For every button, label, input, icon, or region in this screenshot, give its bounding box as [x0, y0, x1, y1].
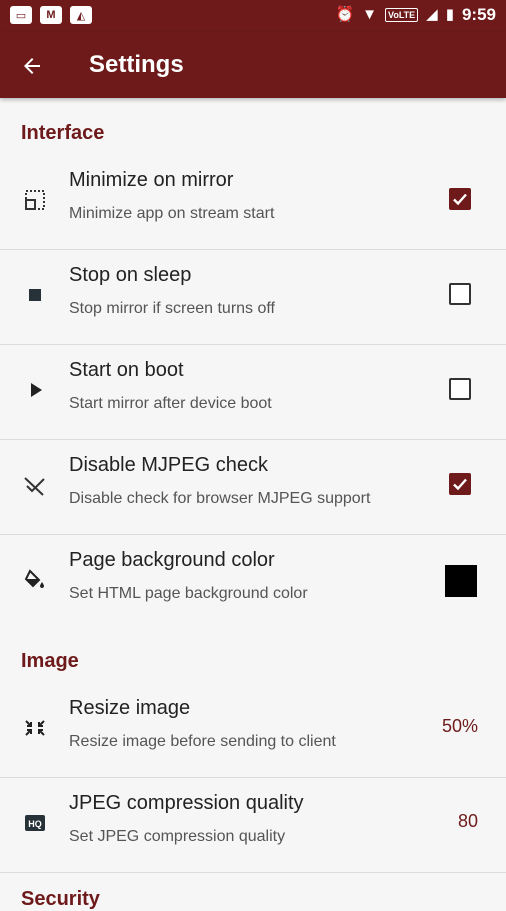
play-icon	[22, 377, 48, 403]
pref-value: 50%	[441, 716, 478, 736]
checkbox[interactable]	[449, 283, 471, 305]
volte-badge: VoLTE	[384, 8, 419, 22]
checkmark-icon	[453, 193, 467, 206]
pref-stop-on-sleep[interactable]: Stop on sleep Stop mirror if screen turn…	[0, 250, 506, 345]
system-status: ⏰ ▼ VoLTE ◢ ▮ 9:59	[335, 5, 496, 25]
pref-minimize-on-mirror[interactable]: Minimize on mirror Minimize app on strea…	[0, 155, 506, 250]
pref-resize-image[interactable]: Resize image Resize image before sending…	[0, 683, 506, 778]
no-check-icon	[22, 472, 48, 498]
checkbox[interactable]	[449, 188, 471, 210]
pref-page-background-color[interactable]: Page background color Set HTML page back…	[0, 535, 506, 629]
pref-summary: Set HTML page background color	[69, 585, 308, 602]
app-bar: Settings	[0, 32, 506, 98]
pref-summary: Disable check for browser MJPEG support	[69, 490, 371, 507]
section-header-image: Image	[21, 650, 79, 672]
checkbox[interactable]	[449, 378, 471, 400]
resize-icon	[22, 715, 48, 741]
pref-title: Minimize on mirror	[69, 169, 234, 191]
signal-icon: ◢	[426, 6, 438, 23]
pref-title: Page background color	[69, 549, 275, 571]
pref-disable-mjpeg-check[interactable]: Disable MJPEG check Disable check for br…	[0, 440, 506, 535]
pref-summary: Minimize app on stream start	[69, 205, 275, 222]
notification-icons: ▭ M ◭	[10, 6, 92, 24]
pref-title: Start on boot	[69, 359, 184, 381]
hq-icon: HQ	[22, 810, 48, 836]
minimize-icon	[22, 187, 48, 213]
alarm-icon: ⏰	[335, 6, 355, 23]
pref-title: Disable MJPEG check	[69, 454, 268, 476]
app-icon: ◭	[70, 6, 92, 24]
page-title: Settings	[89, 51, 184, 78]
pref-summary: Stop mirror if screen turns off	[69, 300, 275, 317]
pref-title: JPEG compression quality	[69, 792, 304, 814]
pref-title: Stop on sleep	[69, 264, 192, 286]
pref-summary: Start mirror after device boot	[69, 395, 272, 412]
back-arrow-icon	[24, 58, 40, 74]
checkmark-icon	[453, 478, 467, 491]
pref-summary: Resize image before sending to client	[69, 733, 336, 750]
pref-title: Resize image	[69, 697, 191, 719]
paint-bucket-icon	[22, 567, 48, 593]
checkbox[interactable]	[449, 473, 471, 495]
wifi-icon: ▼	[362, 6, 377, 23]
gmail-icon: M	[40, 6, 62, 24]
back-button[interactable]	[12, 46, 52, 86]
tv-icon: ▭	[10, 6, 32, 24]
battery-icon: ▮	[445, 6, 454, 23]
pref-summary: Set JPEG compression quality	[69, 828, 286, 845]
section-header-interface: Interface	[21, 122, 105, 144]
color-swatch[interactable]	[445, 565, 477, 597]
stop-icon	[22, 282, 48, 308]
status-bar: ▭ M ◭ ⏰ ▼ VoLTE ◢ ▮ 9:59	[0, 0, 506, 32]
svg-text:HQ: HQ	[28, 819, 42, 829]
pref-jpeg-quality[interactable]: HQ JPEG compression quality Set JPEG com…	[0, 778, 506, 873]
pref-value: 80	[457, 811, 478, 831]
clock: 9:59	[461, 5, 496, 24]
pref-start-on-boot[interactable]: Start on boot Start mirror after device …	[0, 345, 506, 440]
